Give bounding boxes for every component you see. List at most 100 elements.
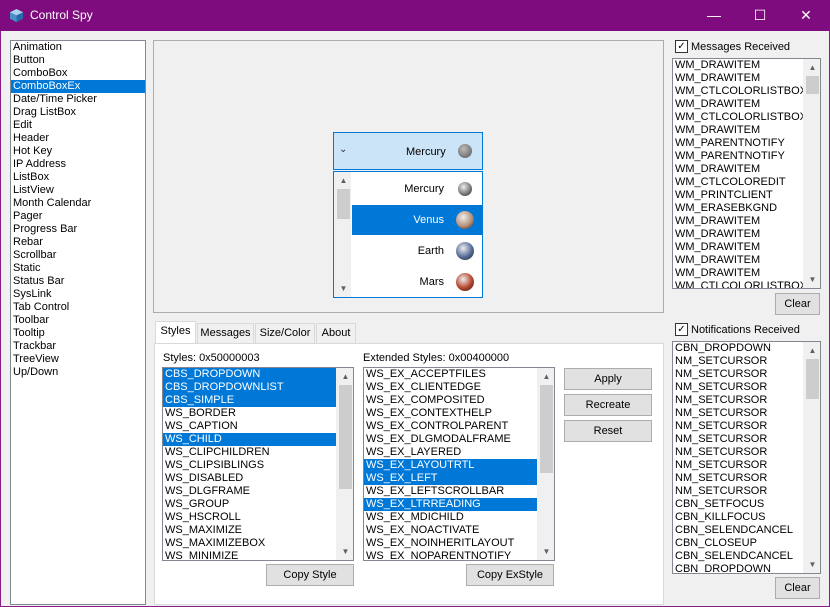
notification-item[interactable]: NM_SETCURSOR [673, 407, 820, 420]
control-list-item[interactable]: ComboBox [11, 67, 145, 80]
ext-style-item[interactable]: WS_EX_NOPARENTNOTIFY [364, 550, 554, 560]
copy-exstyle-button[interactable]: Copy ExStyle [466, 564, 554, 586]
scroll-up-icon[interactable]: ▲ [804, 59, 820, 76]
tab-messages[interactable]: Messages [197, 323, 254, 343]
minimize-button[interactable]: — [691, 0, 737, 31]
notification-item[interactable]: NM_SETCURSOR [673, 433, 820, 446]
messages-listbox[interactable]: WM_DRAWITEM WM_DRAWITEM WM_CTLCOLORLISTBOX… [672, 58, 821, 289]
message-item[interactable]: WM_CTLCOLOREDIT [673, 176, 820, 189]
notification-item[interactable]: NM_SETCURSOR [673, 446, 820, 459]
control-list-item[interactable]: Rebar [11, 236, 145, 249]
comboboxex-edit[interactable]: ⌄ Mercury [333, 132, 483, 170]
message-item[interactable]: WM_ERASEBKGND [673, 202, 820, 215]
tab-styles[interactable]: Styles [155, 321, 196, 344]
notifications-clear-button[interactable]: Clear [775, 577, 820, 599]
control-list-item[interactable]: Month Calendar [11, 197, 145, 210]
scroll-down-icon[interactable]: ▼ [538, 543, 554, 560]
combo-item[interactable]: Venus [352, 205, 482, 235]
notification-item[interactable]: NM_SETCURSOR [673, 485, 820, 498]
message-item[interactable]: WM_DRAWITEM [673, 215, 820, 228]
combo-item[interactable]: Mars [352, 267, 482, 297]
control-list-item[interactable]: ListView [11, 184, 145, 197]
message-item[interactable]: WM_DRAWITEM [673, 124, 820, 137]
vertical-scrollbar[interactable]: ▲ ▼ [803, 342, 820, 573]
ext-style-item[interactable]: WS_EX_LEFT [364, 472, 554, 485]
scroll-thumb[interactable] [540, 385, 553, 473]
control-list-item[interactable]: Toolbar [11, 314, 145, 327]
control-list-item[interactable]: Static [11, 262, 145, 275]
ext-style-item[interactable]: WS_EX_LEFTSCROLLBAR [364, 485, 554, 498]
control-list-item[interactable]: Pager [11, 210, 145, 223]
title-bar[interactable]: Control Spy — ☐ ✕ [0, 0, 830, 31]
style-item[interactable]: WS_CHILD [163, 433, 353, 446]
notification-item[interactable]: CBN_DROPDOWN [673, 342, 820, 355]
apply-button[interactable]: Apply [564, 368, 652, 390]
ext-style-item[interactable]: WS_EX_CLIENTEDGE [364, 381, 554, 394]
style-item[interactable]: WS_CLIPSIBLINGS [163, 459, 353, 472]
control-list-item[interactable]: Progress Bar [11, 223, 145, 236]
style-item[interactable]: WS_DLGFRAME [163, 485, 353, 498]
message-item[interactable]: WM_DRAWITEM [673, 98, 820, 111]
scroll-up-icon[interactable]: ▲ [335, 172, 352, 189]
notification-item[interactable]: NM_SETCURSOR [673, 381, 820, 394]
copy-style-button[interactable]: Copy Style [266, 564, 354, 586]
message-item[interactable]: WM_DRAWITEM [673, 163, 820, 176]
message-item[interactable]: WM_DRAWITEM [673, 254, 820, 267]
control-list-item[interactable]: Scrollbar [11, 249, 145, 262]
ext-style-item[interactable]: WS_EX_ACCEPTFILES [364, 368, 554, 381]
messages-checkbox[interactable]: ✓ [675, 40, 688, 53]
message-item[interactable]: WM_DRAWITEM [673, 241, 820, 254]
control-list-item[interactable]: TreeView [11, 353, 145, 366]
scroll-down-icon[interactable]: ▼ [335, 280, 352, 297]
message-item[interactable]: WM_PRINTCLIENT [673, 189, 820, 202]
control-list-item[interactable]: IP Address [11, 158, 145, 171]
ext-style-item[interactable]: WS_EX_LAYERED [364, 446, 554, 459]
recreate-button[interactable]: Recreate [564, 394, 652, 416]
vertical-scrollbar[interactable]: ▲ ▼ [336, 368, 353, 560]
control-list-item[interactable]: Date/Time Picker [11, 93, 145, 106]
style-item[interactable]: WS_GROUP [163, 498, 353, 511]
notification-item[interactable]: CBN_CLOSEUP [673, 537, 820, 550]
message-item[interactable]: WM_CTLCOLORLISTBOX [673, 111, 820, 124]
scroll-thumb[interactable] [806, 76, 819, 94]
ext-styles-listbox[interactable]: WS_EX_ACCEPTFILES WS_EX_CLIENTEDGE WS_EX_C… [363, 367, 555, 561]
combo-item[interactable]: Mercury [352, 174, 482, 204]
style-item[interactable]: WS_CAPTION [163, 420, 353, 433]
close-button[interactable]: ✕ [783, 0, 829, 31]
notification-item[interactable]: CBN_SETFOCUS [673, 498, 820, 511]
vertical-scrollbar[interactable]: ▲ ▼ [537, 368, 554, 560]
notification-item[interactable]: NM_SETCURSOR [673, 472, 820, 485]
ext-style-item[interactable]: WS_EX_CONTEXTHELP [364, 407, 554, 420]
control-list-item[interactable]: Header [11, 132, 145, 145]
message-item[interactable]: WM_DRAWITEM [673, 59, 820, 72]
chevron-down-icon[interactable]: ⌄ [339, 144, 347, 155]
combo-item[interactable]: Earth [352, 236, 482, 266]
notification-item[interactable]: CBN_DROPDOWN [673, 563, 820, 573]
ext-style-item[interactable]: WS_EX_LAYOUTRTL [364, 459, 554, 472]
control-list-item[interactable]: Hot Key [11, 145, 145, 158]
reset-button[interactable]: Reset [564, 420, 652, 442]
scroll-thumb[interactable] [806, 359, 819, 399]
scroll-down-icon[interactable]: ▼ [804, 556, 820, 573]
dropdown-scrollbar[interactable]: ▲ ▼ [334, 172, 351, 297]
notification-item[interactable]: NM_SETCURSOR [673, 355, 820, 368]
ext-style-item[interactable]: WS_EX_MDICHILD [364, 511, 554, 524]
style-item[interactable]: WS_CLIPCHILDREN [163, 446, 353, 459]
style-item[interactable]: CBS_DROPDOWNLIST [163, 381, 353, 394]
control-list-item[interactable]: Status Bar [11, 275, 145, 288]
style-item[interactable]: WS_HSCROLL [163, 511, 353, 524]
messages-clear-button[interactable]: Clear [775, 293, 820, 315]
message-item[interactable]: WM_PARENTNOTIFY [673, 150, 820, 163]
scroll-up-icon[interactable]: ▲ [804, 342, 820, 359]
control-list-item[interactable]: ListBox [11, 171, 145, 184]
message-item[interactable]: WM_DRAWITEM [673, 267, 820, 280]
control-list-item[interactable]: Button [11, 54, 145, 67]
tab-size-color[interactable]: Size/Color [255, 323, 315, 343]
notification-item[interactable]: CBN_SELENDCANCEL [673, 524, 820, 537]
style-item[interactable]: WS_DISABLED [163, 472, 353, 485]
scroll-up-icon[interactable]: ▲ [337, 368, 353, 385]
notification-item[interactable]: CBN_SELENDCANCEL [673, 550, 820, 563]
notifications-checkbox[interactable]: ✓ [675, 323, 688, 336]
vertical-scrollbar[interactable]: ▲ ▼ [803, 59, 820, 288]
notification-item[interactable]: NM_SETCURSOR [673, 394, 820, 407]
